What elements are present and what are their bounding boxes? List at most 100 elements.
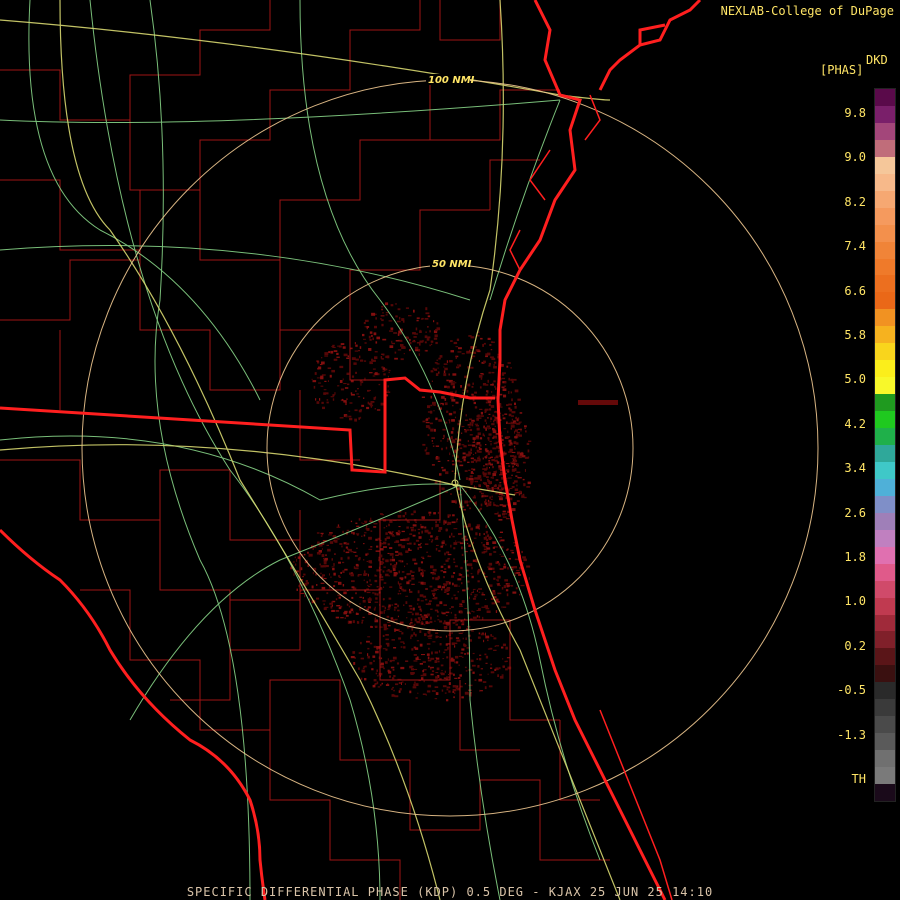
echo-pixel xyxy=(450,396,454,400)
echo-pixel xyxy=(458,655,463,657)
colorbar-segment xyxy=(875,309,895,327)
echo-pixel xyxy=(443,591,447,593)
echo-pixel xyxy=(452,514,455,517)
echo-pixel xyxy=(483,342,486,345)
echo-pixel xyxy=(388,597,392,600)
echo-pixel xyxy=(446,440,449,442)
echo-pixel xyxy=(432,442,434,444)
echo-pixel xyxy=(367,598,372,601)
echo-pixel xyxy=(419,630,422,633)
echo-pixel xyxy=(452,373,457,376)
echo-pixel xyxy=(436,611,439,613)
echo-pixel xyxy=(465,670,468,672)
echo-pixel xyxy=(458,347,462,350)
echo-pixel xyxy=(418,348,421,352)
echo-pixel xyxy=(356,393,359,395)
echo-pixel xyxy=(519,593,521,596)
echo-pixel xyxy=(374,626,378,628)
echo-pixel xyxy=(512,465,514,467)
echo-pixel xyxy=(463,458,466,462)
echo-pixel xyxy=(386,570,390,572)
echo-pixel xyxy=(434,651,438,654)
echo-pixel xyxy=(425,331,427,333)
echo-pixel xyxy=(471,468,473,470)
echo-pixel xyxy=(372,368,376,370)
echo-pixel xyxy=(360,657,364,660)
colorbar-segment xyxy=(875,275,895,293)
echo-pixel xyxy=(504,381,507,384)
echo-pixel xyxy=(311,585,314,589)
echo-pixel xyxy=(381,543,384,545)
echo-pixel xyxy=(348,410,351,412)
echo-pixel xyxy=(420,609,423,612)
colorbar-segment xyxy=(875,190,895,209)
echo-pixel xyxy=(419,643,423,647)
echo-pixel xyxy=(391,694,396,697)
echo-pixel xyxy=(487,437,490,440)
echo-pixel xyxy=(493,428,495,432)
echo-pixel xyxy=(308,553,310,557)
echo-pixel xyxy=(470,428,473,432)
echo-pixel xyxy=(334,540,338,543)
echo-pixel xyxy=(405,550,409,553)
echo-pixel xyxy=(451,657,454,661)
echo-pixel xyxy=(435,676,439,679)
echo-pixel xyxy=(388,320,393,322)
echo-pixel xyxy=(440,664,444,667)
echo-pixel xyxy=(439,636,442,638)
echo-pixel xyxy=(499,675,504,679)
echo-pixel xyxy=(482,468,486,470)
echo-pixel xyxy=(507,666,512,670)
echo-pixel xyxy=(448,674,450,675)
echo-pixel xyxy=(319,563,321,566)
echo-pixel xyxy=(352,573,354,576)
echo-pixel xyxy=(416,317,420,319)
echo-pixel xyxy=(339,380,343,383)
echo-pixel xyxy=(468,451,471,454)
echo-pixel xyxy=(339,543,343,545)
echo-pixel xyxy=(476,615,479,618)
echo-pixel xyxy=(366,640,370,643)
echo-pixel xyxy=(479,484,481,486)
echo-pixel xyxy=(409,590,413,593)
echo-pixel xyxy=(331,604,333,607)
echo-pixel xyxy=(496,445,500,449)
echo-pixel xyxy=(387,543,390,546)
echo-pixel xyxy=(468,668,473,671)
echo-pixel xyxy=(363,338,366,340)
echo-pixel xyxy=(318,382,322,384)
echo-pixel xyxy=(464,683,467,685)
echo-pixel xyxy=(410,513,414,516)
echo-pixel xyxy=(368,402,373,406)
echo-pixel xyxy=(327,367,332,369)
echo-pixel xyxy=(505,463,510,464)
echo-pixel xyxy=(517,428,522,430)
echo-pixel xyxy=(392,669,395,671)
echo-pixel xyxy=(461,553,464,556)
colorbar-segment xyxy=(875,89,895,107)
echo-pixel xyxy=(342,346,346,349)
echo-pixel xyxy=(474,480,478,483)
echo-pixel xyxy=(422,617,426,621)
echo-pixel xyxy=(488,400,492,403)
echo-pixel xyxy=(369,372,373,374)
echo-pixel xyxy=(445,611,450,614)
echo-pixel xyxy=(415,697,418,699)
echo-pixel xyxy=(498,536,502,539)
echo-pixel xyxy=(387,385,389,388)
echo-pixel xyxy=(508,451,512,453)
echo-pixel xyxy=(350,520,353,523)
echo-pixel xyxy=(324,352,329,355)
echo-pixel xyxy=(465,637,467,640)
echo-pixel xyxy=(391,535,396,537)
echo-pixel xyxy=(444,552,446,556)
echo-pixel xyxy=(475,437,480,440)
echo-pixel xyxy=(405,660,409,662)
echo-pixel xyxy=(369,339,372,341)
echo-pixel xyxy=(333,585,336,588)
colorbar-segment xyxy=(875,139,895,158)
echo-pixel xyxy=(454,692,456,695)
echo-pixel xyxy=(385,368,388,371)
echo-pixel xyxy=(471,566,473,570)
echo-pixel xyxy=(488,537,493,540)
